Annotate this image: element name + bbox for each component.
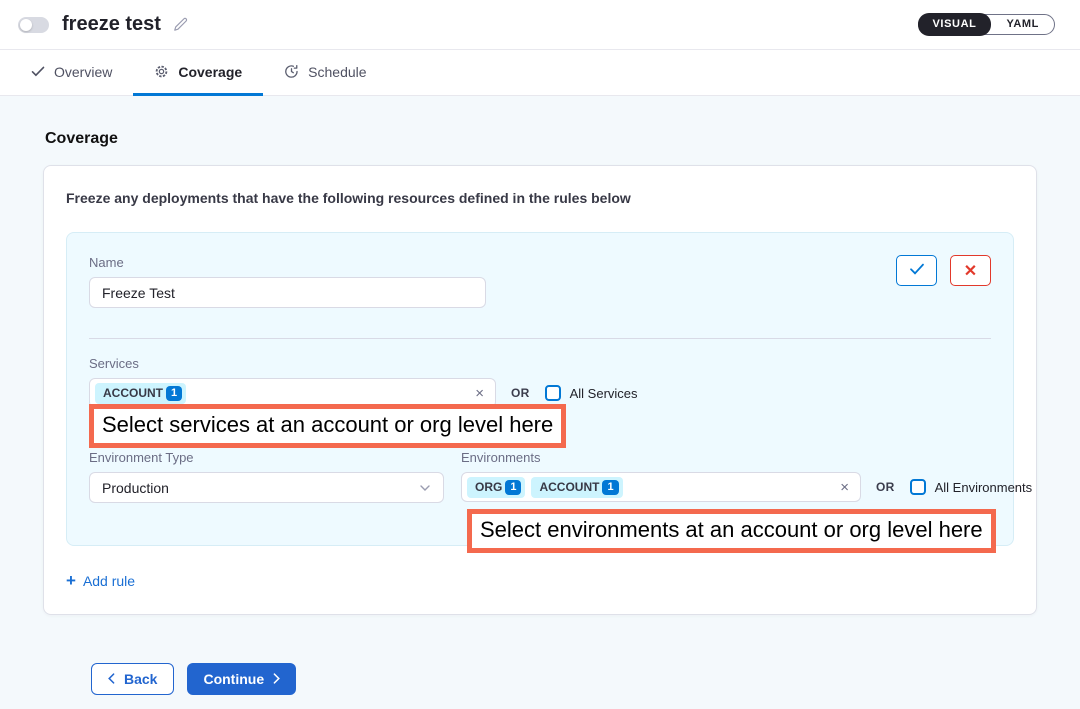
environments-input[interactable]: ORG 1 ACCOUNT 1 × (461, 472, 861, 502)
name-label: Name (89, 255, 991, 270)
environment-type-select[interactable]: Production (89, 472, 444, 503)
visual-toggle-button[interactable]: VISUAL (918, 13, 992, 36)
back-button[interactable]: Back (91, 663, 174, 695)
environment-type-value: Production (102, 480, 169, 496)
check-icon (31, 66, 45, 77)
environments-label: Environments (461, 450, 1032, 465)
chevron-down-icon (419, 484, 431, 492)
environment-tag-label: ACCOUNT (539, 480, 599, 494)
yaml-toggle-button[interactable]: YAML (991, 14, 1054, 35)
environment-tag-label: ORG (475, 480, 502, 494)
tab-overview-label: Overview (54, 64, 112, 80)
checkmark-icon (909, 262, 925, 280)
all-services-checkbox[interactable] (545, 385, 561, 401)
tab-coverage[interactable]: Coverage (133, 50, 263, 96)
card-description: Freeze any deployments that have the fol… (66, 190, 1014, 206)
services-or-label: OR (511, 386, 530, 400)
edit-pencil-icon[interactable] (172, 16, 189, 33)
environment-type-label: Environment Type (89, 450, 444, 465)
tab-schedule[interactable]: Schedule (263, 50, 387, 96)
rule-divider (89, 338, 991, 339)
annotation-services: Select services at an account or org lev… (89, 404, 566, 448)
section-title: Coverage (45, 130, 1037, 148)
continue-button[interactable]: Continue (187, 663, 296, 695)
environment-tag-count-badge: 1 (505, 480, 521, 495)
services-label: Services (89, 356, 991, 371)
services-field: Services ACCOUNT 1 × OR All Services (89, 356, 991, 408)
freeze-enable-toggle[interactable] (18, 17, 49, 33)
services-clear-icon[interactable]: × (475, 386, 484, 401)
add-rule-button[interactable]: + Add rule (66, 572, 135, 589)
tab-bar: Overview Coverage Schedule (0, 50, 1080, 96)
environments-clear-icon[interactable]: × (840, 480, 849, 495)
header: freeze test VISUAL YAML (0, 0, 1080, 50)
environment-tag[interactable]: ACCOUNT 1 (531, 477, 622, 498)
environment-tag[interactable]: ORG 1 (467, 477, 525, 498)
freeze-rule-card: Name ✕ Services ACC (66, 232, 1014, 546)
discard-rule-button[interactable]: ✕ (950, 255, 991, 286)
plus-icon: + (66, 572, 76, 589)
environments-or-label: OR (876, 480, 895, 494)
environment-type-field: Environment Type Production (89, 450, 444, 503)
gear-icon (154, 64, 169, 79)
environment-tag-count-badge: 1 (602, 480, 618, 495)
tab-coverage-label: Coverage (178, 64, 242, 80)
rule-confirm-buttons: ✕ (896, 255, 991, 286)
all-services-label: All Services (570, 386, 638, 401)
service-tag-count-badge: 1 (166, 386, 182, 401)
service-tag[interactable]: ACCOUNT 1 (95, 383, 186, 404)
all-environments-label: All Environments (935, 480, 1033, 495)
environments-field: Environments ORG 1 ACCOUNT 1 × (461, 450, 1032, 503)
tab-overview[interactable]: Overview (10, 50, 133, 96)
rule-name-input[interactable] (89, 277, 486, 308)
chevron-left-icon (108, 671, 115, 687)
all-environments-checkbox[interactable] (910, 479, 926, 495)
coverage-page: Coverage Freeze any deployments that hav… (0, 96, 1080, 695)
service-tag-label: ACCOUNT (103, 386, 163, 400)
continue-button-label: Continue (203, 671, 264, 687)
toggle-knob (20, 19, 32, 31)
schedule-clock-icon (284, 64, 299, 79)
tab-schedule-label: Schedule (308, 64, 366, 80)
annotation-environments: Select environments at an account or org… (467, 509, 996, 553)
wizard-footer: Back Continue (91, 663, 1037, 695)
chevron-right-icon (273, 671, 280, 687)
visual-yaml-toggle: VISUAL YAML (918, 14, 1056, 35)
back-button-label: Back (124, 671, 157, 687)
page-title: freeze test (62, 13, 161, 36)
apply-rule-button[interactable] (896, 255, 937, 286)
coverage-card: Freeze any deployments that have the fol… (43, 165, 1037, 615)
close-icon: ✕ (964, 261, 977, 281)
environment-row: Environment Type Production Environments… (89, 450, 991, 503)
add-rule-label: Add rule (83, 573, 135, 589)
